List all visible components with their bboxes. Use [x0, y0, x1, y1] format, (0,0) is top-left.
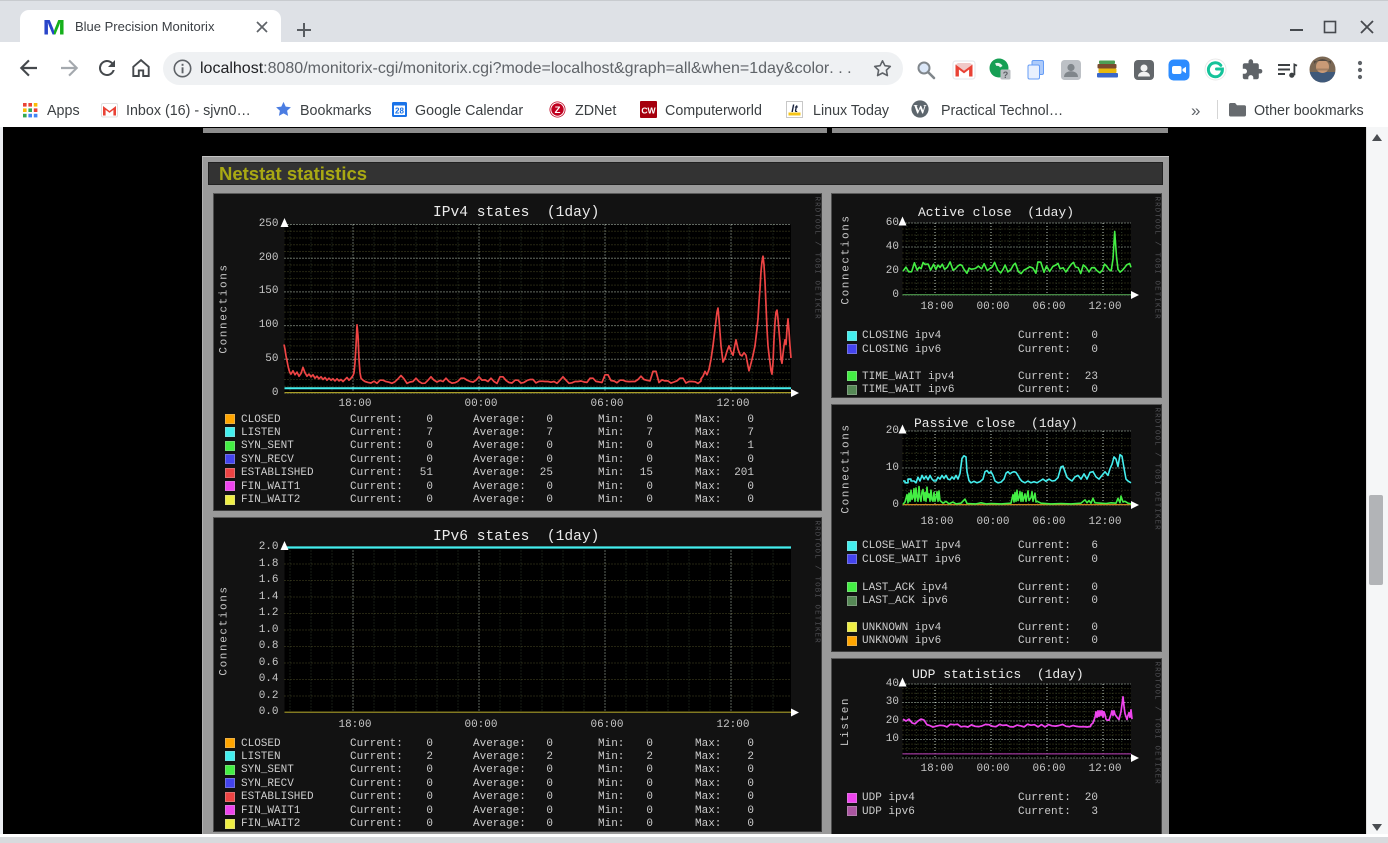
svg-text:CW: CW: [641, 105, 656, 115]
svg-text:M: M: [43, 16, 65, 37]
svg-text:lt: lt: [791, 103, 798, 115]
svg-text:28: 28: [395, 107, 404, 116]
svg-text:Z: Z: [555, 105, 561, 116]
svg-text:?: ?: [1003, 70, 1009, 80]
svg-text:W: W: [914, 101, 927, 116]
